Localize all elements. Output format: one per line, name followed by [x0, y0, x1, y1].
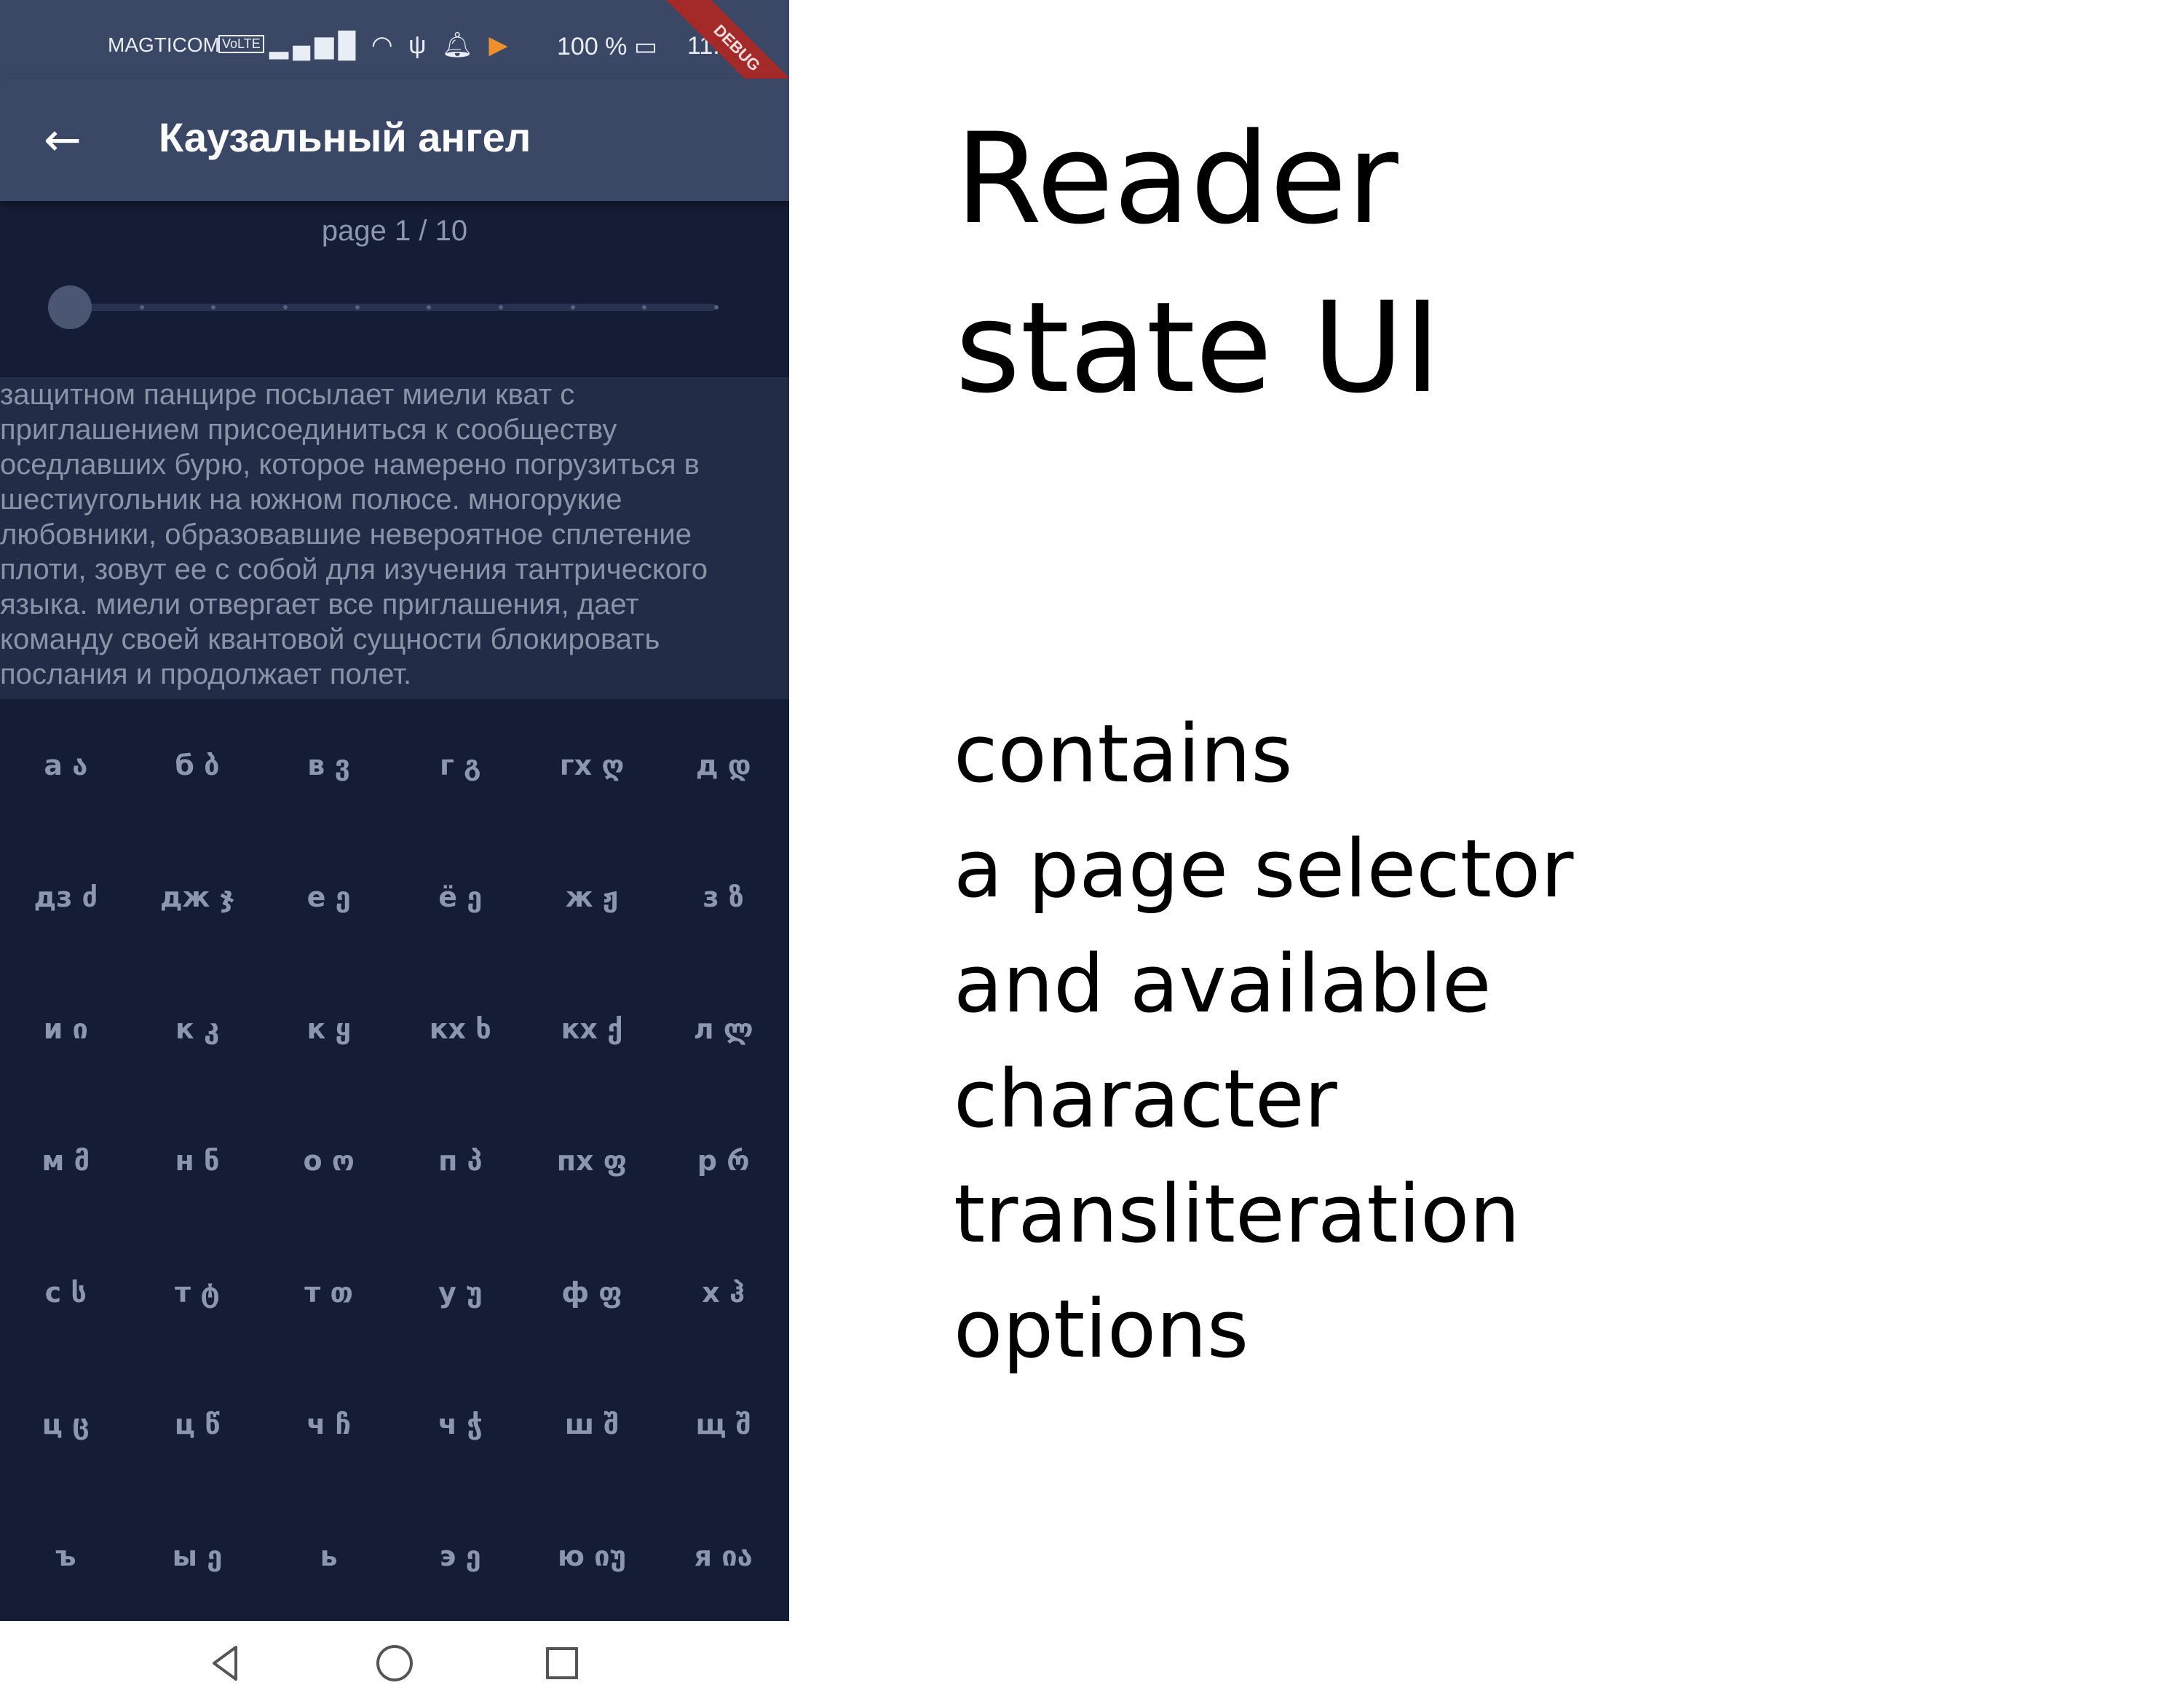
transliteration-option[interactable]: х ჰ: [657, 1226, 789, 1358]
wifi-icon: ◠: [371, 31, 397, 59]
transliteration-option[interactable]: з ზ: [657, 831, 789, 963]
page-indicator: page 1 / 10: [321, 215, 468, 247]
transliteration-option[interactable]: ч ჩ: [263, 1358, 395, 1490]
page-slider-thumb[interactable]: [48, 285, 92, 329]
transliteration-option[interactable]: а ა: [0, 699, 132, 831]
page-slider-tick: [714, 305, 719, 309]
transliteration-option[interactable]: дж ჯ: [132, 831, 264, 963]
status-icons: ▂▄▆█ ◠ ψ 🔔︎ ▶: [269, 31, 513, 60]
transliteration-option[interactable]: ц ც: [0, 1358, 132, 1490]
transliteration-option[interactable]: к კ: [132, 963, 264, 1094]
transliteration-option[interactable]: ю იუ: [526, 1490, 658, 1622]
transliteration-option[interactable]: э ე: [395, 1490, 526, 1622]
transliteration-option[interactable]: ъ: [0, 1490, 132, 1622]
transliteration-option[interactable]: ь: [263, 1490, 395, 1622]
transliteration-option[interactable]: ц წ: [132, 1358, 264, 1490]
transliteration-option[interactable]: ы ე: [132, 1490, 264, 1622]
caption-description: contains a page selector and available c…: [954, 707, 1574, 1376]
transliteration-option[interactable]: г გ: [395, 699, 526, 831]
caption-heading: Reader state UI: [955, 106, 1441, 421]
battery-indicator: 100 % ▭: [557, 32, 657, 61]
transliteration-option[interactable]: б ბ: [132, 699, 264, 831]
page-slider-tick: [283, 305, 288, 309]
transliteration-option[interactable]: у უ: [395, 1226, 526, 1358]
transliteration-option[interactable]: кх ხ: [395, 963, 526, 1094]
transliteration-option[interactable]: ё ე: [395, 831, 526, 963]
transliteration-option[interactable]: ш შ: [526, 1358, 658, 1490]
transliteration-option[interactable]: т თ: [263, 1226, 395, 1358]
transliteration-grid: а აб ბв ვг გ гх ღд დ дз ძ дж ჯе ეё ეж ჟз ზ и…: [0, 699, 789, 1621]
reader-text: защитном панцире посылает миели кват с п…: [0, 379, 708, 690]
nav-home-icon[interactable]: [373, 1641, 416, 1685]
bell-icon: 🔔︎: [441, 31, 478, 59]
transliteration-option[interactable]: е ე: [263, 831, 395, 963]
battery-percent: 100 %: [557, 33, 628, 60]
transliteration-option[interactable]: н ნ: [132, 1094, 264, 1226]
transliteration-option[interactable]: л ლ: [657, 963, 789, 1094]
page-slider-tick: [139, 305, 144, 309]
transliteration-option[interactable]: о ო: [263, 1094, 395, 1226]
transliteration-option[interactable]: и ი: [0, 963, 132, 1094]
transliteration-option[interactable]: кх ქ: [526, 963, 658, 1094]
transliteration-option[interactable]: ф ფ: [526, 1226, 658, 1358]
transliteration-option[interactable]: дз ძ: [0, 831, 132, 963]
transliteration-option[interactable]: я ია: [657, 1490, 789, 1622]
status-bar: MAGTICOM VoLTE ▂▄▆█ ◠ ψ 🔔︎ ▶ 100 % ▭ 11:…: [0, 0, 789, 127]
navigation-bar: [0, 1621, 789, 1704]
transliteration-option[interactable]: с ს: [0, 1226, 132, 1358]
battery-icon: ▭: [633, 33, 657, 60]
usb-icon: ψ: [408, 31, 431, 59]
page-slider-track[interactable]: [70, 304, 716, 311]
carrier-name: MAGTICOM: [108, 33, 220, 56]
page-slider-tick: [570, 305, 575, 309]
app-bar: ← Каузальный ангел: [0, 79, 789, 201]
transliteration-option[interactable]: пх ფ: [526, 1094, 658, 1226]
page-slider-tick: [355, 305, 360, 309]
nav-recents-icon[interactable]: [540, 1641, 584, 1685]
transliteration-option[interactable]: к ყ: [263, 963, 395, 1094]
transliteration-option[interactable]: т ტ: [132, 1226, 264, 1358]
reader-text-panel: защитном панцире посылает миели кват с п…: [0, 377, 789, 699]
page-slider-tick: [499, 305, 503, 309]
app-notification-icon: ▶: [488, 31, 513, 59]
transliteration-option[interactable]: гх ღ: [526, 699, 658, 831]
transliteration-option[interactable]: д დ: [657, 699, 789, 831]
page-title: Каузальный ангел: [159, 114, 531, 160]
signal-icon: ▂▄▆█: [269, 31, 360, 59]
back-arrow-icon[interactable]: ←: [39, 117, 86, 163]
transliteration-option[interactable]: щ შ: [657, 1358, 789, 1490]
transliteration-option[interactable]: ж ჟ: [526, 831, 658, 963]
transliteration-option[interactable]: в ვ: [263, 699, 395, 831]
phone-screen: MAGTICOM VoLTE ▂▄▆█ ◠ ψ 🔔︎ ▶ 100 % ▭ 11:…: [0, 0, 789, 1704]
transliteration-option[interactable]: р რ: [657, 1094, 789, 1226]
transliteration-option[interactable]: м მ: [0, 1094, 132, 1226]
volte-badge: VoLTE: [218, 35, 264, 53]
nav-back-icon[interactable]: [204, 1641, 248, 1685]
transliteration-option[interactable]: п პ: [395, 1094, 526, 1226]
transliteration-option[interactable]: ч ჭ: [395, 1358, 526, 1490]
